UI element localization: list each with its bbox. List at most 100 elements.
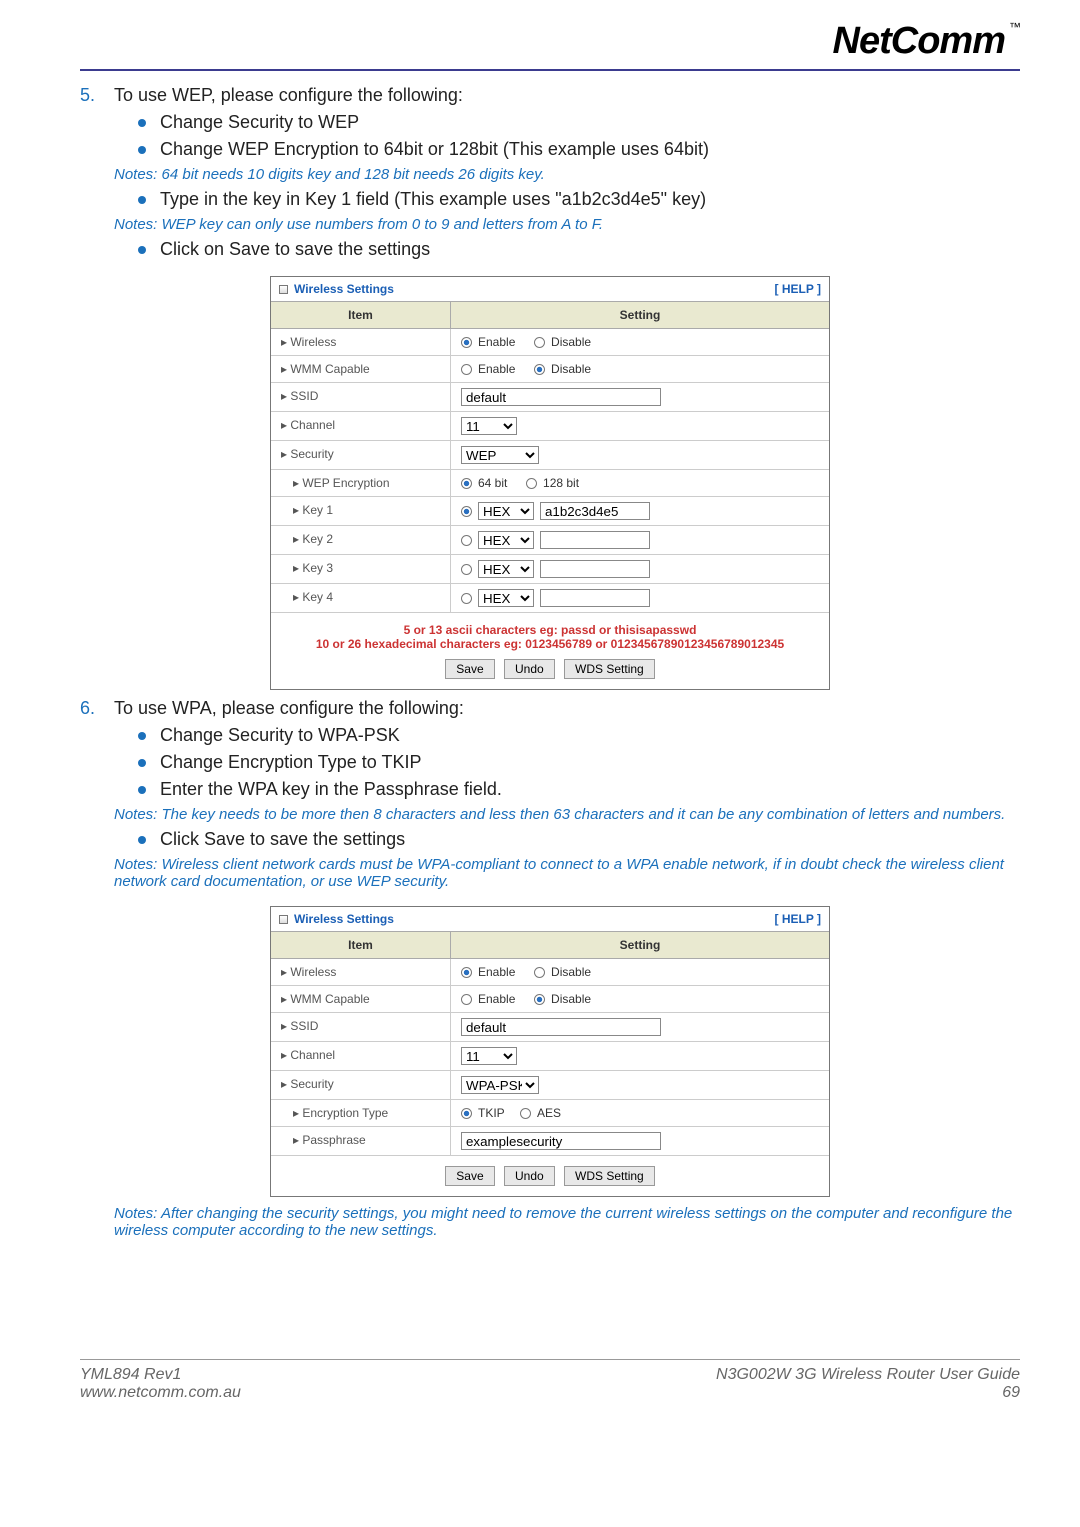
bullet-text: Click Save to save the settings <box>160 829 405 850</box>
radio-key3[interactable] <box>461 564 472 575</box>
row-key4: ▸ Key 4 <box>271 584 451 612</box>
radio-enable[interactable] <box>461 967 472 978</box>
undo-button[interactable]: Undo <box>504 1166 555 1186</box>
bullet-dot <box>138 146 146 154</box>
row-pass: ▸ Passphrase <box>271 1127 451 1155</box>
radio-disable[interactable] <box>534 364 545 375</box>
bullet-text: Enter the WPA key in the Passphrase fiel… <box>160 779 502 800</box>
help-link[interactable]: [ HELP ] <box>775 912 821 926</box>
row-key2: ▸ Key 2 <box>271 526 451 554</box>
key4-input[interactable] <box>540 589 650 607</box>
collapse-icon[interactable] <box>279 915 288 924</box>
key1-format[interactable]: HEX <box>478 502 534 520</box>
pass-input[interactable] <box>461 1132 661 1150</box>
col-setting: Setting <box>451 302 829 328</box>
key4-format[interactable]: HEX <box>478 589 534 607</box>
radio-enable[interactable] <box>461 337 472 348</box>
logo-text: NetComm <box>833 20 1005 62</box>
security-select[interactable]: WEP <box>461 446 539 464</box>
ssid-input[interactable] <box>461 1018 661 1036</box>
radio-disable[interactable] <box>534 967 545 978</box>
radio-key1[interactable] <box>461 506 472 517</box>
note-keylen: Notes: The key needs to be more then 8 c… <box>114 806 1020 823</box>
radio-aes[interactable] <box>520 1108 531 1119</box>
note-reconfigure: Notes: After changing the security setti… <box>114 1205 1020 1239</box>
header-divider <box>80 69 1020 71</box>
key1-input[interactable] <box>540 502 650 520</box>
note-wpa-compliant: Notes: Wireless client network cards mus… <box>114 856 1020 890</box>
footer-url: www.netcomm.com.au <box>80 1384 241 1402</box>
footer-rev: YML894 Rev1 <box>80 1366 241 1384</box>
bullet-text: Change Security to WEP <box>160 112 359 133</box>
radio-key4[interactable] <box>461 593 472 604</box>
step-5-bullets-2: Type in the key in Key 1 field (This exa… <box>138 189 1020 210</box>
wds-button[interactable]: WDS Setting <box>564 1166 655 1186</box>
save-button[interactable]: Save <box>445 1166 494 1186</box>
footer-page: 69 <box>716 1384 1020 1402</box>
step-5-num: 5. <box>80 85 114 106</box>
col-item: Item <box>271 302 451 328</box>
radio-128bit[interactable] <box>526 478 537 489</box>
radio-64bit[interactable] <box>461 478 472 489</box>
bullet-text: Change Security to WPA-PSK <box>160 725 400 746</box>
table-title: Wireless Settings <box>279 912 394 926</box>
row-enctype: ▸ Encryption Type <box>271 1100 451 1126</box>
row-channel: ▸ Channel <box>271 412 451 440</box>
save-button[interactable]: Save <box>445 659 494 679</box>
bullet-dot <box>138 786 146 794</box>
row-wmm: ▸ WMM Capable <box>271 986 451 1012</box>
row-wireless: ▸ Wireless <box>271 959 451 985</box>
undo-button[interactable]: Undo <box>504 659 555 679</box>
bullet-dot <box>138 759 146 767</box>
radio-disable[interactable] <box>534 337 545 348</box>
key2-input[interactable] <box>540 531 650 549</box>
key2-format[interactable]: HEX <box>478 531 534 549</box>
logo-row: NetComm ™ <box>80 20 1020 63</box>
radio-tkip[interactable] <box>461 1108 472 1119</box>
collapse-icon[interactable] <box>279 285 288 294</box>
step-5-bullets-3: Click on Save to save the settings <box>138 239 1020 260</box>
row-ssid: ▸ SSID <box>271 383 451 411</box>
channel-select[interactable]: 11 <box>461 1047 517 1065</box>
bullet-dot <box>138 836 146 844</box>
key3-input[interactable] <box>540 560 650 578</box>
netcomm-logo: NetComm ™ <box>833 20 1020 63</box>
row-wmm: ▸ WMM Capable <box>271 356 451 382</box>
radio-enable[interactable] <box>461 994 472 1005</box>
hex-note: 10 or 26 hexadecimal characters eg: 0123… <box>277 637 823 651</box>
row-security: ▸ Security <box>271 441 451 469</box>
table-title: Wireless Settings <box>279 282 394 296</box>
step-6-text: To use WPA, please configure the followi… <box>114 698 464 719</box>
row-key3: ▸ Key 3 <box>271 555 451 583</box>
radio-key2[interactable] <box>461 535 472 546</box>
bullet-text: Click on Save to save the settings <box>160 239 430 260</box>
row-key1: ▸ Key 1 <box>271 497 451 525</box>
bullet-dot <box>138 196 146 204</box>
step-6-num: 6. <box>80 698 114 719</box>
help-link[interactable]: [ HELP ] <box>775 282 821 296</box>
channel-select[interactable]: 11 <box>461 417 517 435</box>
step-6: 6. To use WPA, please configure the foll… <box>80 698 1020 719</box>
page-footer: YML894 Rev1 www.netcomm.com.au N3G002W 3… <box>80 1359 1020 1402</box>
bullet-dot <box>138 246 146 254</box>
ssid-input[interactable] <box>461 388 661 406</box>
radio-enable[interactable] <box>461 364 472 375</box>
logo-tm: ™ <box>1009 20 1020 34</box>
step-5: 5. To use WEP, please configure the foll… <box>80 85 1020 106</box>
wds-button[interactable]: WDS Setting <box>564 659 655 679</box>
row-ssid: ▸ SSID <box>271 1013 451 1041</box>
ascii-note: 5 or 13 ascii characters eg: passd or th… <box>277 623 823 637</box>
note-wepkey: Notes: WEP key can only use numbers from… <box>114 216 1020 233</box>
wireless-settings-table-2: Wireless Settings [ HELP ] Item Setting … <box>270 906 830 1197</box>
key3-format[interactable]: HEX <box>478 560 534 578</box>
step-5-bullets: Change Security to WEP Change WEP Encryp… <box>138 112 1020 160</box>
bullet-text: Change Encryption Type to TKIP <box>160 752 422 773</box>
radio-disable[interactable] <box>534 994 545 1005</box>
step-6-bullets: Change Security to WPA-PSK Change Encryp… <box>138 725 1020 800</box>
row-wepenc: ▸ WEP Encryption <box>271 470 451 496</box>
security-select[interactable]: WPA-PSK <box>461 1076 539 1094</box>
footer-guide: N3G002W 3G Wireless Router User Guide <box>716 1366 1020 1384</box>
row-security: ▸ Security <box>271 1071 451 1099</box>
col-item: Item <box>271 932 451 958</box>
wireless-settings-table-1: Wireless Settings [ HELP ] Item Setting … <box>270 276 830 690</box>
